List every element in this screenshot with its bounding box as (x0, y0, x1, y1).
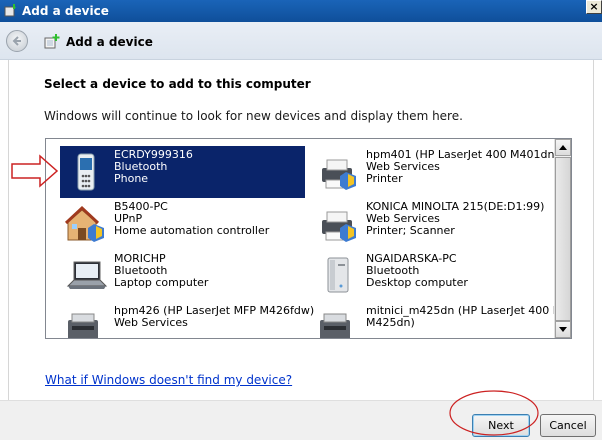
home-automation-icon (64, 205, 104, 242)
close-icon: × (589, 0, 599, 13)
navigation-bar: Add a device (0, 22, 602, 60)
printer-icon (322, 159, 356, 190)
phone-icon (77, 153, 95, 191)
back-button[interactable] (6, 30, 28, 52)
chevron-down-icon (559, 327, 567, 332)
device-type: Desktop computer (366, 276, 468, 289)
device-item-mitnici-m425dn[interactable]: mitnici_m425dn (HP LaserJet 400 MFP M425… (312, 302, 571, 338)
page-title: Add a device (66, 35, 153, 49)
device-item-konica-minolta[interactable]: KONICA MINOLTA 215(DE:D1:99) Web Service… (312, 198, 557, 250)
back-arrow-icon (12, 36, 21, 46)
device-item-b5400-pc[interactable]: B5400-PC UPnP Home automation controller (60, 198, 305, 250)
section-heading: Select a device to add to this computer (44, 77, 311, 91)
device-item-ngaidarska-pc[interactable]: NGAIDARSKA-PC Bluetooth Desktop computer (312, 250, 557, 302)
scroll-thumb[interactable] (555, 157, 571, 321)
mfp-printer-icon (68, 313, 98, 338)
mfp-printer-icon (320, 313, 350, 338)
scroll-down-button[interactable] (555, 321, 571, 338)
scroll-up-button[interactable] (555, 139, 571, 156)
help-link[interactable]: What if Windows doesn't find my device? (45, 373, 292, 387)
desktop-icon (327, 257, 349, 293)
device-type: Printer; Scanner (366, 224, 455, 237)
device-list-scrollbar[interactable] (554, 139, 571, 338)
instruction-text: Windows will continue to look for new de… (44, 109, 463, 123)
chevron-up-icon (559, 145, 567, 150)
close-button[interactable]: × (586, 0, 602, 14)
laptop-icon (66, 261, 108, 289)
cancel-button[interactable]: Cancel (540, 414, 596, 437)
annotation-ellipse-icon (449, 390, 539, 436)
device-type: Printer (366, 172, 403, 185)
device-type: Laptop computer (114, 276, 209, 289)
add-device-icon (4, 4, 16, 17)
annotation-arrow-icon (11, 154, 59, 188)
content-panel: Select a device to add to this computer … (8, 60, 594, 400)
device-connection: M425dn) (366, 316, 415, 329)
device-connection: Web Services (114, 316, 188, 329)
printer-icon (322, 211, 356, 242)
device-list[interactable]: ECRDY999316 Bluetooth Phone hpm401 (HP L… (45, 138, 572, 339)
device-item-morichp[interactable]: MORICHP Bluetooth Laptop computer (60, 250, 305, 302)
device-item-hpm401[interactable]: hpm401 (HP LaserJet 400 M401dne) Web Ser… (312, 146, 566, 198)
device-item-ecrdy999316[interactable]: ECRDY999316 Bluetooth Phone (60, 146, 305, 198)
add-device-icon (44, 34, 60, 49)
device-item-hpm426[interactable]: hpm426 (HP LaserJet MFP M426fdw) Web Ser… (60, 302, 314, 338)
device-type: Phone (114, 172, 149, 185)
window-title: Add a device (22, 4, 109, 18)
device-type: Home automation controller (114, 224, 270, 237)
title-bar: Add a device × (0, 0, 602, 22)
